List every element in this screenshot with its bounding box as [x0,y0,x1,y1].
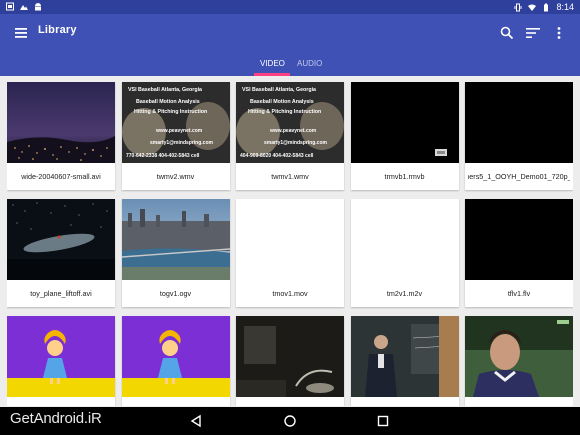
video-title: twmv1.wmv [271,172,309,181]
video-card[interactable] [121,316,230,406]
slide-phone: 770-642-2338 404-402-5843 cell [126,153,200,159]
video-thumbnail [236,199,344,280]
slide-line2: Baseball Motion Analysis [136,99,200,105]
photo-icon [20,5,28,10]
status-left-icons [6,2,42,11]
slide-line3: Hitting & Pitching Instruction [248,109,321,115]
tab-audio[interactable]: AUDIO [297,52,322,76]
video-title: tflv1.flv [507,289,531,298]
video-title: Transformers5_1_OOYH_Demo01_720p_5Mbps..… [468,172,570,181]
tab-bar: VIDEO AUDIO [0,52,580,76]
video-title: tm2v1.m2v [386,289,423,298]
page-title: Library [38,24,77,36]
video-thumbnail [121,316,230,397]
home-icon[interactable] [282,413,298,429]
video-title: trmvb1.rmvb [384,172,425,181]
video-thumbnail [7,199,115,280]
video-thumbnail [465,82,573,163]
tab-indicator [254,73,290,76]
video-title: tmov1.mov [272,289,308,298]
video-card[interactable]: tm2v1.m2v [350,199,459,307]
video-card[interactable]: VSI Baseball Atlanta, Georgia Baseball M… [236,82,344,190]
video-card[interactable]: toy_plane_liftoff.avi [7,199,115,307]
video-thumbnail [350,316,459,397]
video-card[interactable]: wide-20040607-small.avi [7,82,115,190]
video-thumbnail [465,199,573,280]
video-card[interactable]: togv1.ogv [121,199,230,307]
slide-phone: 404-909-8020 404-402-5843 cell [240,153,314,159]
slide-line3: Hitting & Pitching Instruction [134,109,207,115]
slide-email: smarty1@mindspring.com [150,140,214,146]
wifi-icon [528,3,537,11]
sort-icon[interactable] [524,24,542,42]
slide-line1: VSI Baseball Atlanta, Georgia [128,87,202,93]
slide-email: smarty1@mindspring.com [264,140,328,146]
video-card[interactable] [7,316,115,406]
video-thumbnail [7,316,115,397]
slide-line1: VSI Baseball Atlanta, Georgia [242,87,316,93]
video-thumbnail [350,199,459,280]
status-time: 8:14 [556,2,574,12]
recents-icon[interactable] [375,413,391,429]
video-title: toy_plane_liftoff.avi [30,289,92,298]
slide-web: www.peavynet.com [155,128,203,134]
back-icon[interactable] [188,413,204,429]
video-title [239,397,341,406]
video-thumbnail [121,199,230,280]
video-card[interactable] [350,316,459,406]
search-icon[interactable] [498,24,516,42]
vibrate-icon [514,3,522,11]
android-icon [35,3,41,11]
video-card[interactable]: trmvb1.rmvb [350,82,459,190]
video-card[interactable]: tflv1.flv [465,199,573,307]
more-vert-icon[interactable] [550,24,568,42]
video-grid[interactable]: wide-20040607-small.avi VSI Baseball Atl… [7,82,573,406]
app-bar: Library [0,14,580,52]
battery-icon [544,3,549,11]
video-card[interactable]: Transformers5_1_OOYH_Demo01_720p_5Mbps..… [465,82,573,190]
video-title: twmv2.wmv [156,172,195,181]
video-title [10,397,112,406]
status-right-icons: 8:14 [514,0,574,14]
status-bar: 8:14 [0,0,580,14]
gallery-icon [6,2,14,11]
video-thumbnail [7,82,115,163]
video-title [468,397,570,406]
video-title [125,397,227,406]
video-thumbnail: VSI Baseball Atlanta, Georgia Baseball M… [236,82,344,163]
video-card[interactable]: VSI Baseball Atlanta, Georgia Baseball M… [121,82,230,190]
slide-line2: Baseball Motion Analysis [250,99,314,105]
video-title: wide-20040607-small.avi [21,172,101,181]
menu-icon[interactable] [14,25,30,41]
video-thumbnail [465,316,573,397]
slide-web: www.peavynet.com [269,128,317,134]
watermark: GetAndroid.iR [10,410,102,427]
video-card[interactable]: tmov1.mov [236,199,344,307]
video-card[interactable] [236,316,344,406]
video-thumbnail [350,82,459,163]
video-thumbnail: VSI Baseball Atlanta, Georgia Baseball M… [121,82,230,163]
video-title: togv1.ogv [159,289,192,298]
video-card[interactable] [465,316,573,406]
video-thumbnail [236,316,344,397]
video-title [354,397,456,406]
